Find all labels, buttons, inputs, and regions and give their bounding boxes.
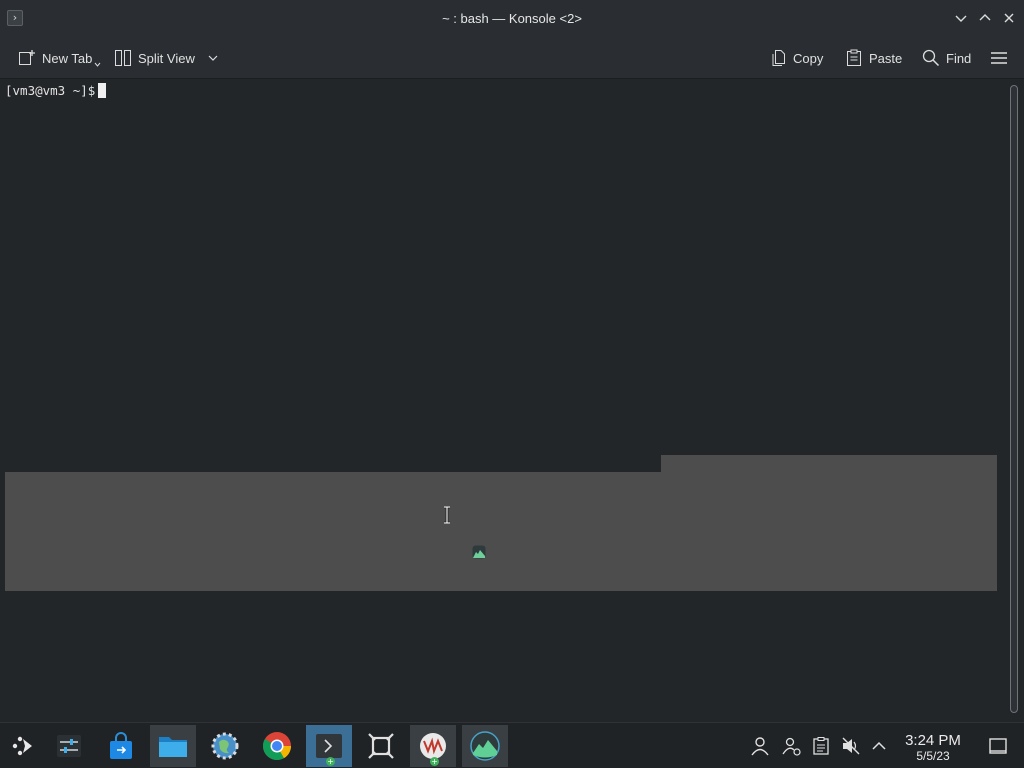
konsole-toolbar: New Tab Split View Copy Paste Find	[0, 37, 1024, 79]
prompt-text: [vm3@vm3 ~]$	[5, 83, 96, 98]
hamburger-menu-icon[interactable]	[990, 47, 1008, 69]
clock-time: 3:24 PM	[905, 732, 961, 749]
overlay-region	[5, 472, 997, 591]
taskbar: + +	[0, 722, 1024, 768]
chevron-down-icon	[94, 62, 101, 67]
new-tab-label: New Tab	[42, 50, 93, 66]
clipboard-icon[interactable]	[811, 736, 831, 756]
monitor-icon[interactable]	[462, 725, 508, 767]
split-view-icon	[115, 50, 131, 66]
launcher-icon[interactable]	[0, 725, 46, 767]
add-badge-icon: +	[326, 757, 335, 766]
text-cursor	[98, 83, 107, 98]
minimize-icon[interactable]	[952, 9, 970, 27]
copy-icon	[772, 50, 785, 66]
chrome-icon[interactable]	[254, 725, 300, 767]
scrollbar-thumb[interactable]	[1010, 85, 1018, 713]
find-button[interactable]: Find	[922, 47, 971, 69]
terminal-view[interactable]: [vm3@vm3 ~]$	[0, 80, 1004, 718]
window-title: ~ : bash — Konsole <2>	[442, 11, 582, 26]
shopping-bag-icon[interactable]	[98, 725, 144, 767]
terminal-prompt: [vm3@vm3 ~]$	[5, 83, 107, 98]
vm-icon[interactable]: +	[410, 725, 456, 767]
maximize-icon[interactable]	[976, 9, 994, 27]
copy-button[interactable]: Copy	[769, 47, 823, 69]
find-label: Find	[946, 50, 972, 66]
window-titlebar[interactable]: › ~ : bash — Konsole <2>	[0, 0, 1024, 37]
terminal-icon[interactable]: +	[306, 725, 352, 767]
user-icon[interactable]	[750, 736, 770, 756]
sliders-icon[interactable]	[46, 725, 92, 767]
ibeam-cursor-icon	[444, 506, 450, 524]
paste-button[interactable]: Paste	[845, 47, 902, 69]
paste-icon	[847, 49, 861, 66]
network-user-icon[interactable]	[781, 736, 801, 756]
copy-label: Copy	[793, 50, 824, 66]
digital-clock[interactable]: 3:24 PM 5/5/23	[896, 733, 970, 763]
chevron-up-icon[interactable]	[869, 736, 889, 756]
close-icon[interactable]	[1000, 9, 1018, 27]
new-tab-icon	[19, 50, 35, 65]
chevron-down-icon	[208, 55, 218, 61]
split-view-button[interactable]: Split View	[114, 47, 219, 69]
search-icon	[922, 49, 940, 67]
paste-label: Paste	[869, 50, 903, 66]
split-view-label: Split View	[138, 50, 195, 66]
window-frame-icon[interactable]	[358, 725, 404, 767]
show-desktop-icon[interactable]	[988, 736, 1008, 756]
monitor-icon	[472, 545, 486, 559]
folder-icon[interactable]	[150, 725, 196, 767]
new-tab-button[interactable]: New Tab	[18, 47, 101, 69]
volume-muted-icon[interactable]	[841, 736, 861, 756]
settings-globe-icon[interactable]	[202, 725, 248, 767]
clock-date: 5/5/23	[916, 749, 950, 763]
add-badge-icon: +	[430, 757, 439, 766]
